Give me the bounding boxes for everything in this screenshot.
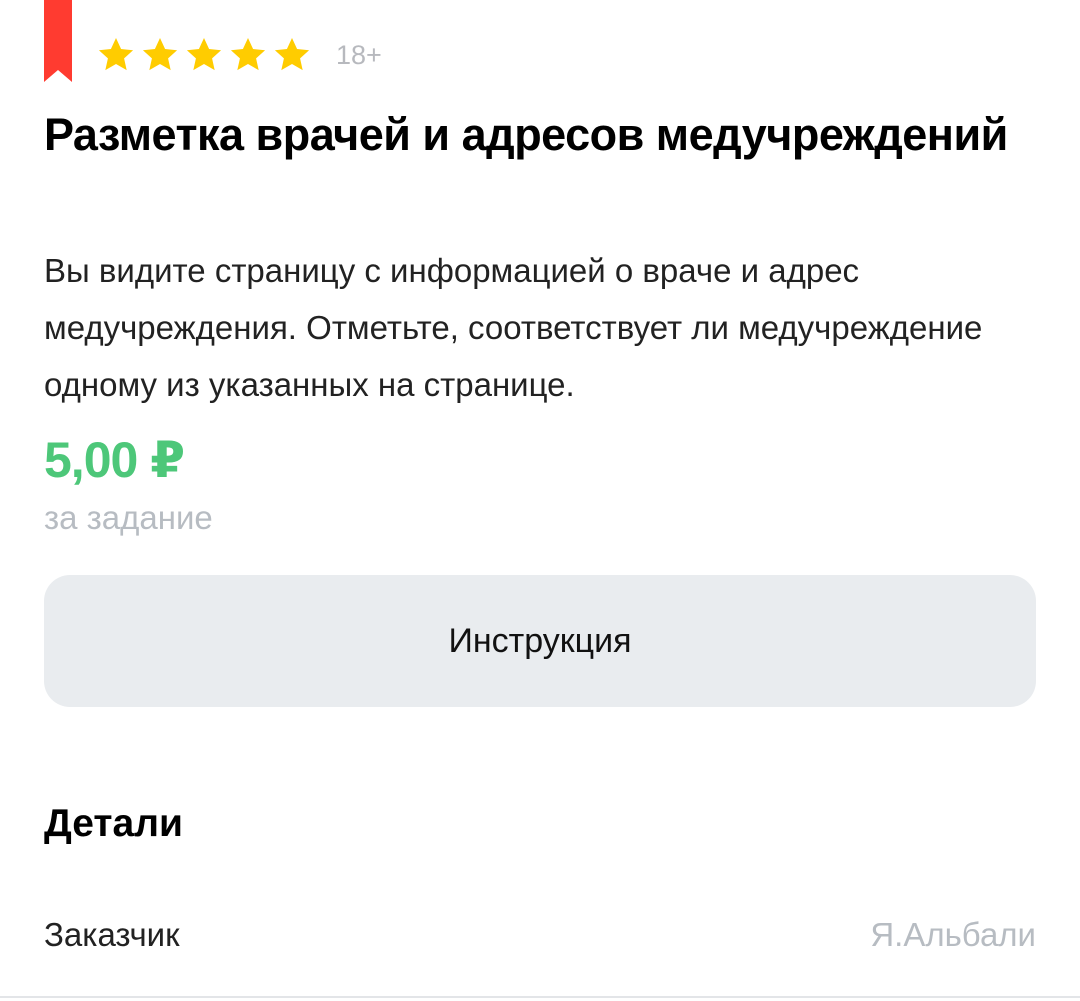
instruction-button[interactable]: Инструкция <box>44 575 1036 707</box>
star-icon <box>230 38 266 71</box>
rating-row: 18+ <box>96 34 382 76</box>
age-limit-badge: 18+ <box>336 39 382 70</box>
divider <box>0 996 1080 998</box>
details-heading: Детали <box>44 802 183 845</box>
star-icon <box>142 38 178 71</box>
task-price: 5,00 ₽ <box>44 432 185 488</box>
bookmark-icon <box>44 0 72 82</box>
rating-stars <box>96 35 312 75</box>
detail-value: Я.Альбали <box>870 916 1036 953</box>
star-icon <box>98 38 134 71</box>
star-icon <box>186 38 222 71</box>
star-icon <box>274 38 310 71</box>
task-description: Вы видите страницу с информацией о враче… <box>44 252 983 403</box>
detail-row-customer: Заказчик Я.Альбали <box>44 908 1036 962</box>
task-title: Разметка врачей и адресов медучреждений <box>44 109 1008 160</box>
price-unit-label: за задание <box>44 499 213 536</box>
detail-label: Заказчик <box>44 916 180 953</box>
